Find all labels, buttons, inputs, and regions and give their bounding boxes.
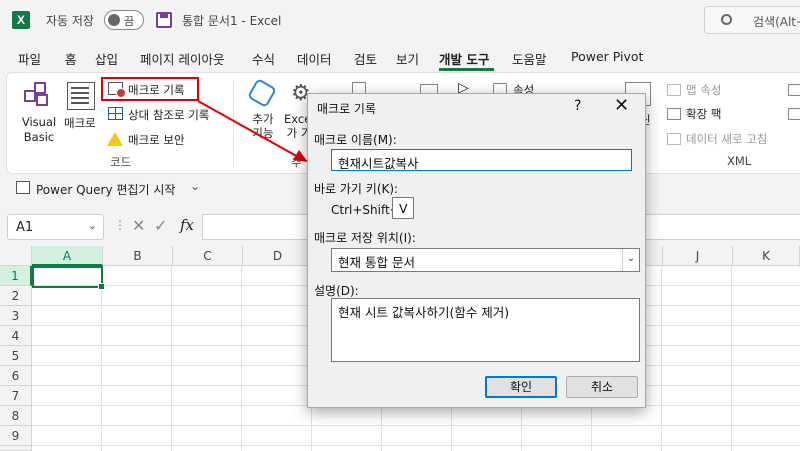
column-header[interactable]: C [173, 246, 243, 266]
map-properties-button[interactable]: 맵 속성 [686, 82, 721, 98]
excel-logo-icon: X [12, 11, 30, 29]
tab-home[interactable]: 홈 [65, 49, 77, 68]
visual-basic-icon[interactable] [22, 82, 52, 108]
row-header[interactable] [0, 446, 32, 451]
tab-developer[interactable]: 개발 도구 [439, 49, 489, 68]
save-icon[interactable] [156, 12, 172, 28]
tab-formulas[interactable]: 수식 [252, 49, 275, 68]
tab-page-layout[interactable]: 페이지 레이아웃 [140, 49, 224, 68]
row-header[interactable]: 1 [0, 266, 32, 286]
more-icon: ⋮ [114, 218, 126, 232]
macro-name-field[interactable]: 현재시트값복사 [331, 149, 632, 171]
close-icon[interactable]: ✕ [614, 95, 629, 116]
column-header[interactable]: A [32, 246, 103, 266]
autosave-toggle[interactable]: 끔 [104, 10, 144, 30]
warning-icon [107, 132, 123, 146]
tab-review[interactable]: 검토 [354, 49, 377, 68]
shortcut-key-label: 바로 가기 키(K): [314, 182, 399, 196]
chevron-down-icon[interactable]: ⌄ [190, 179, 200, 193]
name-box[interactable]: A1 ⌄ [7, 214, 104, 240]
macro-icon[interactable] [67, 82, 95, 110]
toggle-knob [108, 14, 120, 26]
expansion-pack-button[interactable]: 확장 팩 [686, 106, 721, 122]
visual-basic-button[interactable]: Visual Basic [18, 115, 60, 145]
power-query-bar: Power Query 편집기 시작 ⌄ [6, 176, 306, 200]
tab-insert[interactable]: 삽입 [95, 49, 118, 68]
row-header[interactable]: 8 [0, 406, 32, 426]
title-bar: X 자동 저장 끔 통합 문서1 - Excel 검색(Alt+ [0, 0, 800, 40]
search-box[interactable]: 검색(Alt+ [704, 6, 800, 34]
shortcut-prefix: Ctrl+Shift+ [331, 203, 400, 217]
macro-button[interactable]: 매크로 [64, 115, 96, 131]
group-divider [233, 80, 234, 168]
code-group-label: 코드 [110, 155, 132, 169]
dialog-title: 매크로 기록 [317, 102, 377, 116]
power-query-button[interactable]: Power Query 편집기 시작 [36, 181, 175, 198]
xml-group-label: XML [727, 154, 752, 168]
map-properties-icon [667, 84, 681, 96]
name-box-value: A1 [16, 220, 34, 235]
row-header[interactable]: 3 [0, 306, 32, 326]
export-icon [788, 108, 800, 120]
toggle-state-label: 끔 [124, 15, 135, 28]
autosave-label: 자동 저장 [46, 14, 94, 28]
column-header[interactable]: K [733, 246, 800, 266]
tab-file[interactable]: 파일 [18, 49, 41, 68]
tab-power-pivot[interactable]: Power Pivot [571, 49, 643, 64]
expansion-pack-icon [667, 108, 681, 120]
tab-help[interactable]: 도움말 [512, 49, 547, 68]
cancel-button[interactable]: 취소 [566, 376, 638, 398]
record-macro-dialog: 매크로 기록 ? ✕ 매크로 이름(M): 현재시트값복사 바로 가기 키(K)… [307, 93, 646, 408]
description-field[interactable]: 현재 시트 값복사하기(함수 제거) [331, 298, 640, 362]
row-header[interactable]: 5 [0, 346, 32, 366]
help-icon[interactable]: ? [574, 98, 581, 114]
row-header[interactable]: 4 [0, 326, 32, 346]
column-header[interactable]: D [243, 246, 313, 266]
relative-reference-button[interactable]: 상대 참조로 기록 [128, 107, 209, 123]
refresh-data-icon [667, 133, 681, 145]
refresh-data-button[interactable]: 데이터 새로 고침 [686, 131, 767, 147]
row-header[interactable]: 2 [0, 286, 32, 306]
ribbon-tabs: 파일 홈 삽입 페이지 레이아웃 수식 데이터 검토 보기 개발 도구 도움말 … [0, 44, 800, 70]
macro-security-button[interactable]: 매크로 보안 [128, 132, 185, 148]
store-macro-in-select[interactable]: 현재 통합 문서 ⌄ [331, 248, 640, 272]
column-header[interactable]: B [103, 246, 173, 266]
macro-name-label: 매크로 이름(M): [314, 133, 397, 147]
row-header[interactable]: 6 [0, 366, 32, 386]
shortcut-key-field[interactable]: V [392, 197, 414, 219]
store-macro-in-value: 현재 통합 문서 [338, 255, 415, 270]
relative-reference-icon [108, 107, 123, 120]
document-title: 통합 문서1 - Excel [182, 14, 282, 28]
import-icon [788, 84, 800, 96]
tab-data[interactable]: 데이터 [297, 49, 332, 68]
description-label: 설명(D): [314, 284, 359, 298]
highlight-box [101, 77, 199, 101]
ok-button[interactable]: 확인 [485, 376, 557, 398]
cancel-icon[interactable]: ✕ [132, 216, 145, 235]
column-header[interactable]: J [663, 246, 733, 266]
chevron-down-icon[interactable]: ⌄ [622, 249, 639, 271]
tab-view[interactable]: 보기 [396, 49, 419, 68]
select-all-corner[interactable] [0, 246, 32, 266]
search-placeholder: 검색(Alt+ [753, 15, 800, 29]
row-header[interactable]: 9 [0, 426, 32, 446]
active-cell-a1[interactable] [32, 266, 105, 290]
power-query-icon [16, 181, 30, 194]
insert-function-icon[interactable]: fx [180, 216, 194, 234]
active-tab-indicator [439, 68, 494, 71]
addins-button[interactable]: 추가 기능 [248, 112, 278, 140]
search-icon [721, 14, 732, 25]
check-icon[interactable]: ✓ [154, 216, 167, 235]
store-macro-in-label: 매크로 저장 위치(I): [314, 231, 416, 245]
chevron-down-icon[interactable]: ⌄ [88, 219, 97, 232]
row-header[interactable]: 7 [0, 386, 32, 406]
addins-group-label-partial: 추 [291, 155, 302, 169]
